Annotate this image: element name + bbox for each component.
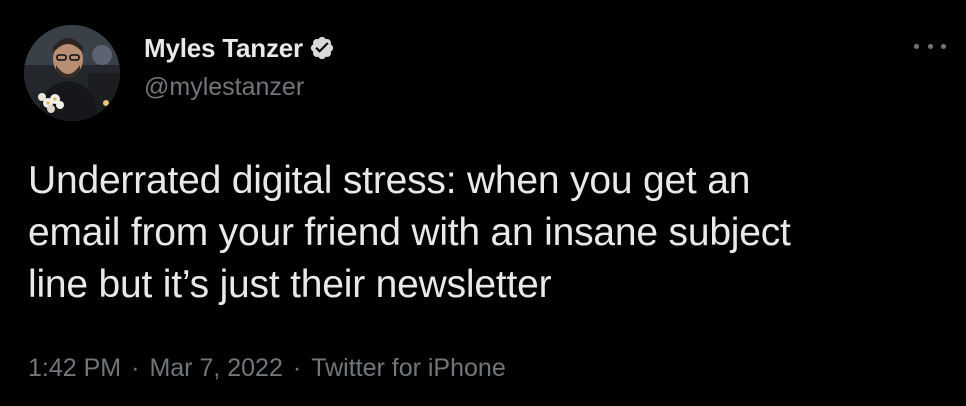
more-horizontal-icon[interactable] (914, 34, 946, 58)
tweet: Myles Tanzer @mylestanzer Underrated dig… (0, 0, 966, 406)
handle[interactable]: @mylestanzer (144, 73, 335, 102)
name-row: Myles Tanzer (144, 32, 335, 64)
tweet-meta: 1:42 PM · Mar 7, 2022 · Twitter for iPho… (28, 354, 506, 383)
verified-badge-icon (309, 35, 335, 61)
tweet-date[interactable]: Mar 7, 2022 (149, 354, 282, 383)
profile-photo-icon (24, 25, 120, 121)
tweet-time[interactable]: 1:42 PM (28, 354, 121, 383)
more-dot (927, 43, 933, 49)
display-name[interactable]: Myles Tanzer (144, 33, 303, 64)
tweet-text: Underrated digital stress: when you get … (28, 159, 791, 306)
more-dot (914, 43, 919, 49)
meta-separator: · (292, 354, 302, 382)
more-dot (941, 43, 946, 49)
author-block: Myles Tanzer @mylestanzer (144, 32, 335, 102)
tweet-source[interactable]: Twitter for iPhone (311, 354, 506, 383)
meta-separator: · (131, 354, 140, 382)
avatar[interactable] (24, 25, 120, 121)
